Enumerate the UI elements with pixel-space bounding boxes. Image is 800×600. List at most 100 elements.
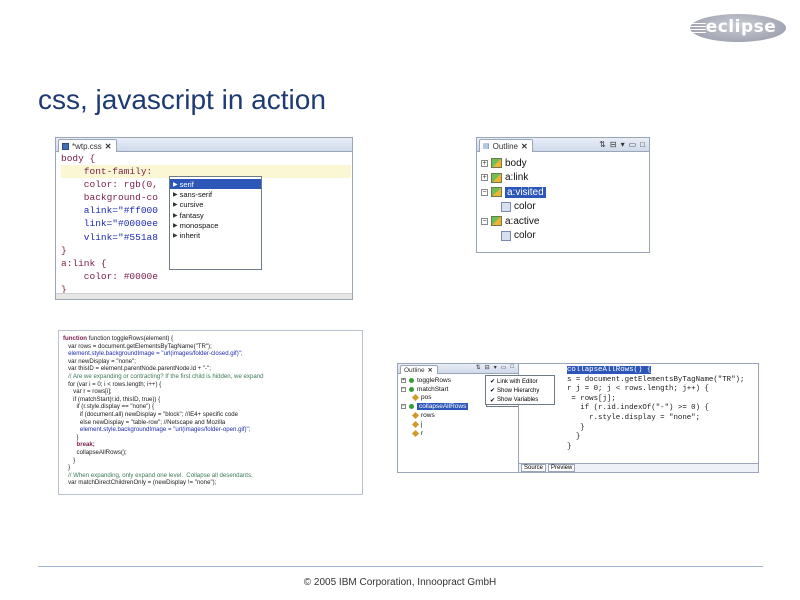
check-icon: ✔ <box>490 388 496 395</box>
close-icon[interactable]: ✕ <box>521 142 528 151</box>
code-line: color: #0000e <box>61 270 158 282</box>
footer-divider <box>38 566 763 567</box>
outline-node[interactable]: r <box>401 429 468 438</box>
selector-icon <box>491 187 502 198</box>
horizontal-scrollbar[interactable] <box>56 293 352 299</box>
outline-node[interactable]: + toggleRows <box>401 376 468 385</box>
logo-text: eclipse <box>705 17 777 37</box>
completion-item[interactable]: ▶ monospace <box>170 220 261 230</box>
selector-icon <box>491 158 502 169</box>
slide-title: css, javascript in action <box>38 84 326 115</box>
css-editor-tab[interactable]: *wtp.css ✕ <box>58 139 117 152</box>
menu-item-show-variables[interactable]: ✔ Show Variables <box>486 396 554 405</box>
sort-icon[interactable]: ⇅ <box>599 140 606 149</box>
minimize-icon[interactable]: ▭ <box>629 140 637 149</box>
outline-node[interactable]: j <box>401 420 468 429</box>
outline-view-icon: ▤ <box>483 143 490 150</box>
outline-tabbar: ▤ Outline ✕ ⇅ ⊟ ▾ ▭ □ <box>477 138 649 152</box>
minimize-icon[interactable]: ▭ <box>501 364 507 371</box>
code-line: if (r.style.display == "none") { <box>63 403 155 411</box>
completion-arrow-icon: ▶ <box>173 181 178 188</box>
completion-item[interactable]: ▶ serif <box>170 179 261 190</box>
selector-icon <box>491 216 502 227</box>
outline-node-avisited[interactable]: − a:visited <box>481 185 546 200</box>
collapse-all-icon[interactable]: ⊟ <box>610 140 617 149</box>
collapse-icon[interactable]: − <box>481 217 488 225</box>
outline-node-color[interactable]: color <box>481 229 546 244</box>
completion-item[interactable]: ▶ fantasy <box>170 210 261 220</box>
code-line: var matchDirectChildrenOnly = (newDispla… <box>63 479 217 487</box>
js-outline-toolbar: ⇅ ⊟ ▾ ▭ □ <box>476 364 514 371</box>
outline-tab-label: Outline <box>492 141 518 151</box>
code-line: } <box>567 442 572 451</box>
outline-node-color[interactable]: color <box>481 200 546 215</box>
completion-item[interactable]: ▶ sans-serif <box>170 189 261 199</box>
property-icon <box>501 230 511 241</box>
eclipse-logo: eclipse <box>684 14 786 42</box>
outline-node[interactable]: rows <box>401 411 468 420</box>
code-line: break; <box>63 441 95 449</box>
code-line: } <box>63 464 71 472</box>
code-line: var r = rows[i]; <box>63 388 112 396</box>
code-line: function function toggleRows(element) { <box>63 335 174 342</box>
code-line: } <box>63 433 79 441</box>
function-icon <box>409 377 414 383</box>
collapse-icon[interactable]: − <box>401 386 406 392</box>
outline-toolbar: ⇅ ⊟ ▾ ▭ □ <box>599 140 645 149</box>
outline-node[interactable]: − collapseAllRows <box>401 402 469 411</box>
editor-page-tabs: Source Preview <box>519 463 758 472</box>
completion-arrow-icon: ▶ <box>173 212 178 219</box>
completion-arrow-icon: ▶ <box>173 202 178 209</box>
property-icon <box>501 201 511 212</box>
view-menu-icon[interactable]: ▾ <box>621 140 625 149</box>
completion-arrow-icon: ▶ <box>173 191 178 198</box>
menu-item-link-with-editor[interactable]: ✔ Link with Editor <box>486 377 554 386</box>
collapse-all-icon[interactable]: ⊟ <box>485 364 490 371</box>
code-line: = rows[j]; <box>567 394 616 403</box>
outline-node[interactable]: pos <box>401 394 468 403</box>
code-line: else newDisplay = "table-row"; //Netscap… <box>63 418 226 426</box>
completion-item[interactable]: ▶ inherit <box>170 230 261 240</box>
code-line: var thisID = element.parentNode.parentNo… <box>63 365 211 373</box>
outline-node-aactive[interactable]: − a:active <box>481 214 546 229</box>
code-line: } <box>63 456 76 464</box>
collapse-icon[interactable]: − <box>481 188 488 196</box>
content-assist-popup: ▶ serif ▶ sans-serif ▶ cursive ▶ fantasy ▶ mo… <box>169 176 262 270</box>
function-icon <box>409 386 414 392</box>
code-line: collapseAllRows(); <box>63 448 127 456</box>
expand-icon[interactable]: + <box>481 174 488 182</box>
code-line: } <box>567 423 585 432</box>
outline-tab[interactable]: ▤ Outline ✕ <box>479 139 533 152</box>
code-line: element.style.backgroundImage = "url(ima… <box>63 350 243 358</box>
maximize-icon[interactable]: □ <box>510 364 514 371</box>
completion-item[interactable]: ▶ cursive <box>170 200 261 210</box>
code-line: if (matchStart(r.id, thisID, true)) { <box>63 395 161 403</box>
maximize-icon[interactable]: □ <box>640 140 645 149</box>
code-line: body { <box>61 153 96 164</box>
check-icon: ✔ <box>490 379 496 386</box>
js-code-area-2[interactable]: collapseAllRows() {s = document.getEleme… <box>567 366 744 452</box>
code-line: collapseAllRows() { <box>567 366 652 374</box>
view-menu-icon[interactable]: ▾ <box>494 364 497 371</box>
js-editor-window: function function toggleRows(element) { … <box>58 330 363 495</box>
tab-source[interactable]: Source <box>521 464 547 472</box>
css-editor-tabbar: *wtp.css ✕ <box>56 138 352 152</box>
outline-node[interactable]: − matchStart <box>401 385 468 394</box>
expand-icon[interactable]: + <box>401 377 406 383</box>
code-line: // Are we expanding or contracting? If t… <box>63 372 264 380</box>
sort-icon[interactable]: ⇅ <box>476 364 481 371</box>
outline-node-alink[interactable]: + a:link <box>481 171 546 186</box>
menu-item-show-hierarchy[interactable]: ✔ Show Hierarchy <box>486 386 554 395</box>
code-line: r j = 0; j < rows.length; j++) { <box>567 385 709 394</box>
variable-icon <box>411 394 420 402</box>
expand-icon[interactable]: + <box>481 159 488 167</box>
close-icon[interactable]: ✕ <box>105 142 112 151</box>
close-icon[interactable]: ✕ <box>428 367 433 374</box>
code-line: element.style.backgroundImage = "url(ima… <box>63 426 251 434</box>
collapse-icon[interactable]: − <box>401 404 406 410</box>
footer-copyright: © 2005 IBM Corporation, Innoopract GmbH <box>303 577 497 588</box>
js-outline-tab[interactable]: Outline ✕ <box>400 365 438 374</box>
js-code-area[interactable]: function function toggleRows(element) { … <box>63 335 264 487</box>
outline-node-body[interactable]: + body <box>481 156 546 171</box>
tab-preview[interactable]: Preview <box>548 464 576 472</box>
